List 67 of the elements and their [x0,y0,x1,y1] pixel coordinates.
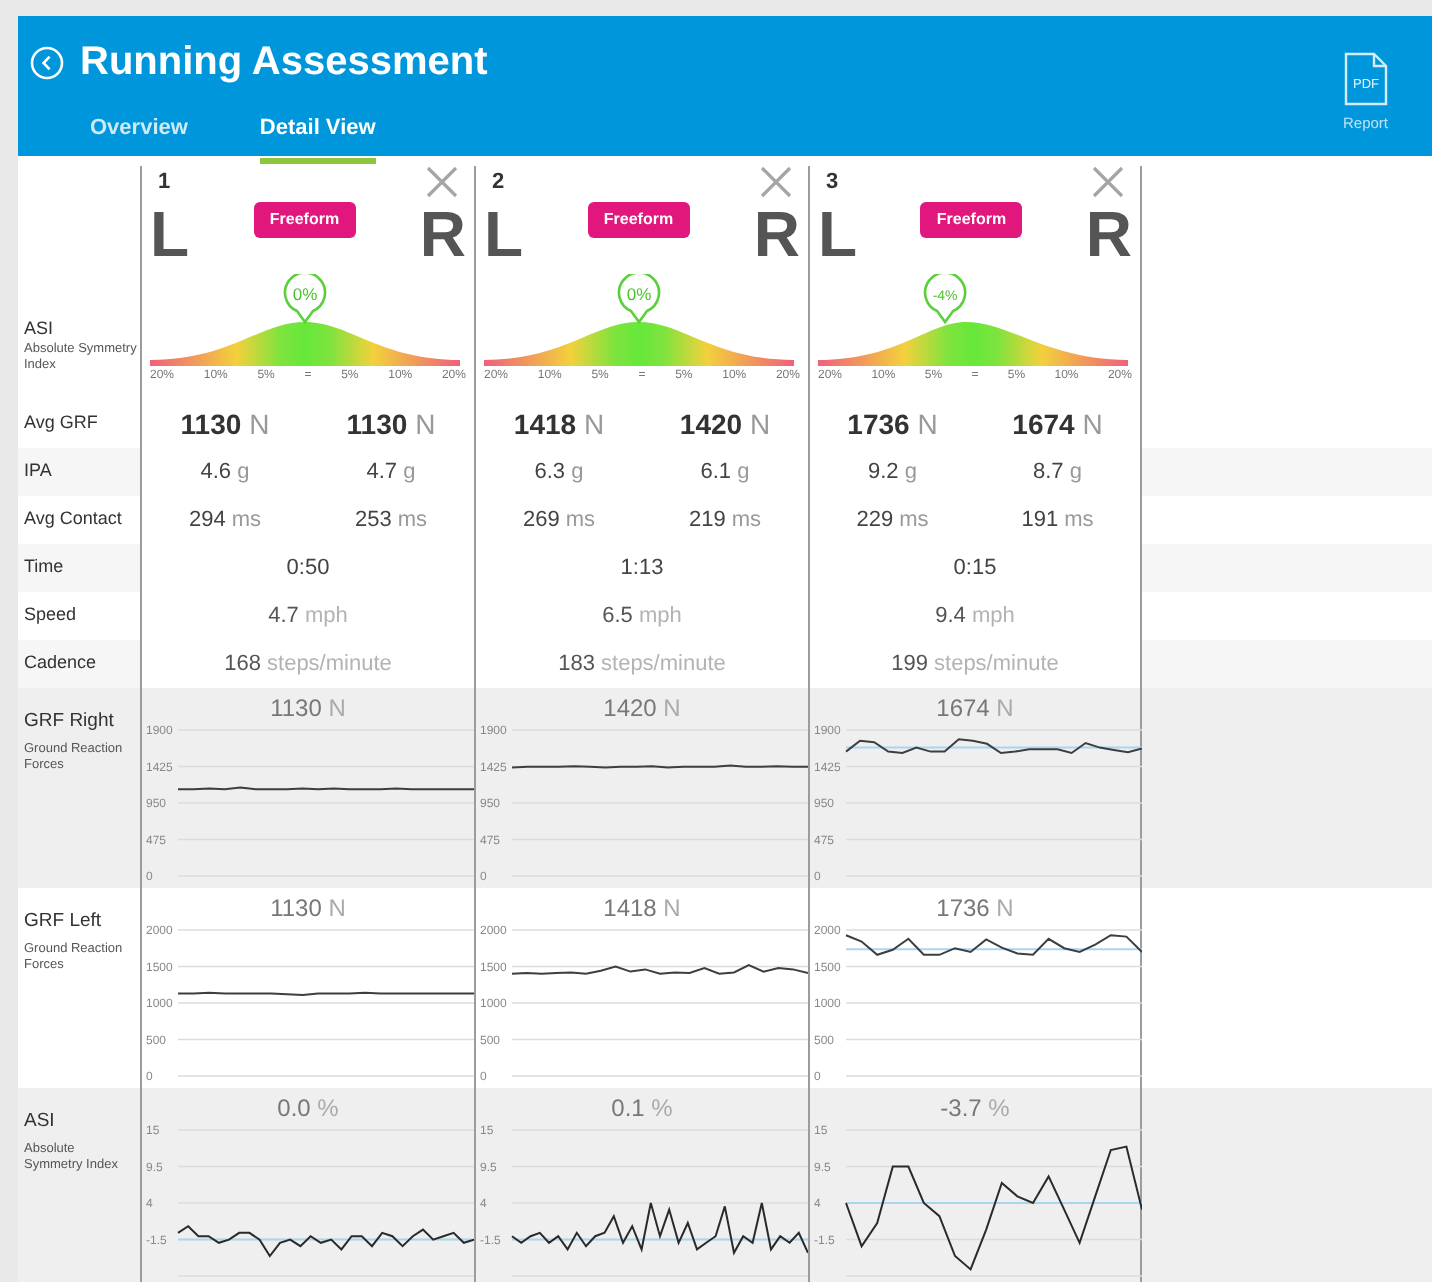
stat-value: 1130 N [180,405,270,443]
metric-label: Speed [24,602,77,629]
chart-value: 1420 N [603,694,681,722]
close-icon[interactable] [426,166,458,198]
session-number: 3 [826,168,839,198]
left-label: L [150,202,190,266]
session-number: 1 [158,168,171,198]
left-label: L [818,202,858,266]
chart-value: 1130 N [270,894,346,922]
chart-value: 0.0 % [277,1094,339,1122]
stat-value: 4.6 g [200,457,250,488]
metric-label: Avg Contact [24,506,122,533]
right-label: R [1085,202,1132,266]
chart-value: 1736 N [936,894,1014,922]
stat-value: 6.1 g [700,457,750,488]
time-value: 0:50 [286,553,330,584]
metric-label: Cadence [24,650,97,677]
mode-badge: Freeform [587,202,690,238]
time-value: 0:15 [953,553,997,584]
time-value: 1:13 [620,553,664,584]
stat-value: 269 ms [522,505,596,536]
chart-value: 1130 N [270,694,346,722]
metric-label: Time [24,554,64,581]
metric-label: ASI [24,1108,57,1136]
stat-value: 253 ms [354,505,428,536]
speed-value: 4.7 mph [268,601,348,632]
chart-value: -3.7 % [940,1094,1010,1122]
right-label: R [753,202,800,266]
chart-value: 1674 N [936,694,1014,722]
right-label: R [419,202,466,266]
metric-label: GRF Left [24,908,104,936]
mode-badge: Freeform [920,202,1023,238]
tab[interactable]: Overview [90,104,188,163]
close-icon[interactable] [1092,166,1124,198]
cadence-value: 199 steps/minute [891,649,1059,680]
stat-value: 191 ms [1021,505,1094,536]
back-icon[interactable] [30,45,64,79]
asi-value: 0% [292,284,318,304]
tab[interactable]: Detail View [259,104,376,163]
chart-value: 0.1 % [611,1094,673,1122]
stat-value: 4.7 g [366,457,416,488]
cadence-value: 183 steps/minute [558,649,726,680]
cadence-value: 168 steps/minute [224,649,392,680]
session-number: 2 [492,168,505,198]
stat-value: 9.2 g [868,457,917,488]
page-title: Running Assessment [80,42,488,82]
speed-value: 9.4 mph [935,601,1015,632]
chart-value: 1418 N [603,894,681,922]
metric-label: IPA [24,458,52,485]
stat-value: 6.3 g [534,457,584,488]
asi-value: 0% [626,284,652,304]
close-icon[interactable] [760,166,792,198]
metric-label: GRF Right [24,708,116,736]
metric-label: ASI [24,315,56,342]
stat-value: 1130 N [346,405,436,443]
speed-value: 6.5 mph [602,601,682,632]
stat-value: 229 ms [856,505,929,536]
mode-badge: Freeform [253,202,356,238]
stat-value: 1736 N [847,405,938,443]
stat-value: 219 ms [688,505,762,536]
stat-value: 1418 N [513,405,605,443]
stat-value: 8.7 g [1033,457,1082,488]
stat-value: 1420 N [679,405,771,443]
left-label: L [484,202,524,266]
stat-value: 1674 N [1012,405,1103,443]
metric-label: Avg GRF [24,410,98,437]
stat-value: 294 ms [188,505,262,536]
